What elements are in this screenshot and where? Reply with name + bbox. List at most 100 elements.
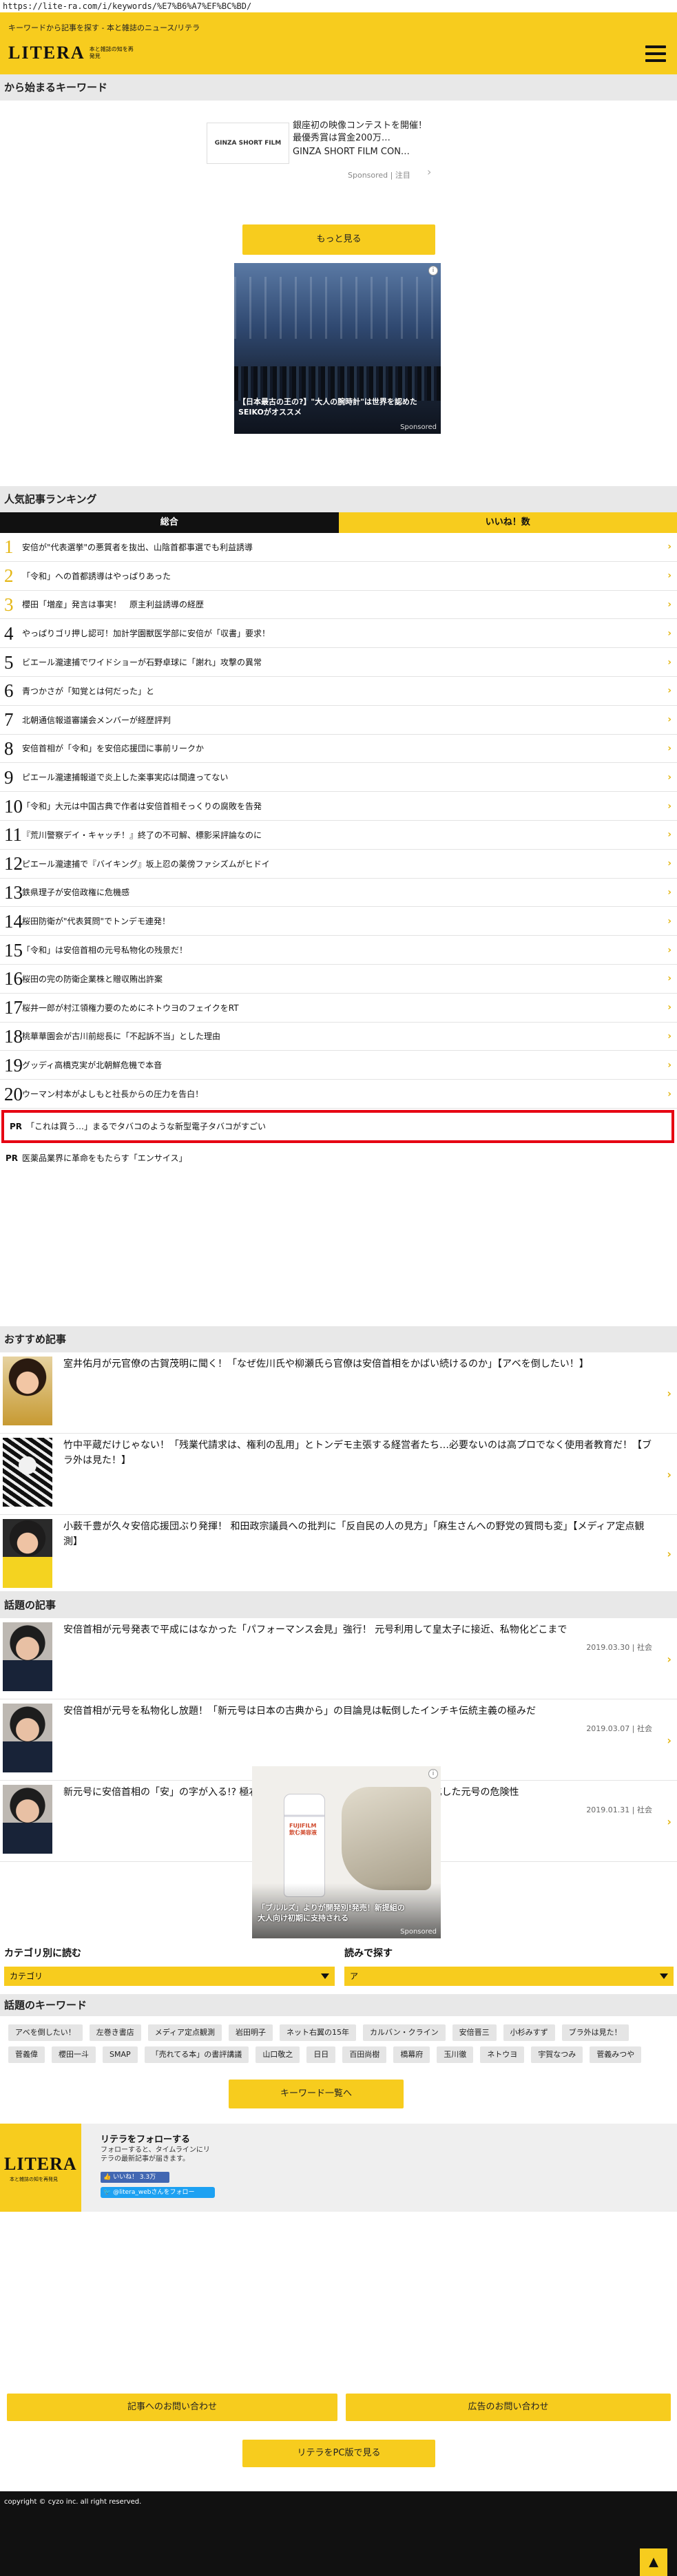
keyword-tag[interactable]: ネトウヨ [480, 2046, 525, 2063]
keyword-tag[interactable]: 菅義みつや [590, 2046, 642, 2063]
chevron-right-icon: › [667, 944, 671, 956]
pc-view-button[interactable]: リテラをPC版で見る [242, 2440, 435, 2467]
ranking-item[interactable]: 15 「令和」は安倍首相の元号私物化の残景だ！ › [0, 936, 677, 965]
facebook-like-button[interactable]: 👍 いいね！ 3.3万 [101, 2172, 169, 2183]
info-icon[interactable]: i [428, 1769, 438, 1779]
keyword-tag[interactable]: アベを倒したい！ [8, 2024, 83, 2041]
keyword-tag[interactable]: カルバン・クライン [363, 2024, 446, 2041]
arrow-up-icon[interactable]: ▲ [640, 2548, 667, 2576]
keyword-tag[interactable]: 玉川徹 [437, 2046, 474, 2063]
twitter-follow-button[interactable]: 🐦 @litera_webさんをフォロー [101, 2187, 215, 2198]
syllabary-selected: ア [350, 1971, 359, 1981]
rank-number: 15 [4, 939, 23, 961]
ranking-item[interactable]: 8 安倍首相が「令和」を安倍応援団に事前リークか › [0, 735, 677, 764]
keyword-tag[interactable]: ネット右翼の15年 [280, 2024, 357, 2041]
article-body: 安倍首相が元号発表で平成にはなかった「パフォーマンス会見」強行！ 元号利用して皇… [63, 1622, 677, 1695]
ranking-item[interactable]: 9 ピエール瀧逮捕報道で炎上した楽事実応は間違ってない › [0, 763, 677, 793]
tab-likes[interactable]: いいね！数 [338, 512, 677, 533]
syllabary-select[interactable]: ア [344, 1967, 674, 1986]
pr-item[interactable]: PR 医薬品業界に革命をもたらす「エンサイス」 [0, 1143, 677, 1173]
recommended-article[interactable]: 小薮千豊が久々安倍応援団ぶり発揮！ 和田政宗議員への批判に「反自民の人の見方」「… [0, 1515, 677, 1592]
chevron-right-icon: › [667, 1653, 671, 1666]
keyword-tag[interactable]: 山口敬之 [256, 2046, 300, 2063]
ranking-item[interactable]: 14 桜田防衛が"代表質問"でトンデモ連発！ › [0, 907, 677, 936]
keyword-tag[interactable]: 左巻き書店 [89, 2024, 141, 2041]
rank-title: やっぱりゴリ押し認可！加計学園獣医学部に安倍が「収書」要求！ [22, 629, 271, 639]
chevron-right-icon: › [667, 541, 671, 553]
tab-overall[interactable]: 総合 [0, 512, 339, 533]
pr-item[interactable]: PR 「これは買う…」まるでタバコのような新型電子タバコがすごい [4, 1113, 671, 1140]
rank-number: 14 [4, 910, 23, 932]
site-logo[interactable]: LITERA 本と雑誌の知を再発見 [8, 41, 135, 65]
pr-highlight[interactable]: PR 「これは買う…」まるでタバコのような新型電子タバコがすごい [1, 1109, 674, 1143]
ranking-item[interactable]: 18 桃華華園会が古川前総長に「不起訴不当」とした理由 › [0, 1023, 677, 1051]
category-selected: カテゴリ [10, 1971, 43, 1981]
ranking-item[interactable]: 12 ピエール瀧逮捕で『バイキング』坂上忍の薬傍ファシズムがヒドイ › [0, 850, 677, 879]
keyword-tag[interactable]: 宇賀なつみ [531, 2046, 583, 2063]
hamburger-icon[interactable] [645, 45, 666, 62]
keyword-tag[interactable]: SMAP [103, 2046, 138, 2063]
article-inquiry-button[interactable]: 記事へのお問い合わせ [7, 2394, 337, 2421]
chevron-right-icon: › [667, 1815, 671, 1829]
rank-number: 7 [4, 709, 14, 731]
ranking-item[interactable]: 16 桜田の完の防衛企業株と贈収賄出許案 › [0, 965, 677, 994]
rank-number: 6 [4, 680, 14, 702]
rank-title: 青つかさが「知覚とは何だった」と [22, 686, 155, 696]
keyword-tag[interactable]: 橋幕府 [393, 2046, 430, 2063]
header-tagline: キーワードから記事を探す - 本と雑誌のニュース/リテラ [8, 23, 200, 32]
ranking-item[interactable]: 3 櫻田「増産」発言は事実！ 原主利益誘導の経歴 › [0, 591, 677, 620]
keyword-tag[interactable]: 日日 [306, 2046, 336, 2063]
keyword-tag[interactable]: ブラ外は見た！ [561, 2024, 629, 2041]
keyword-tag[interactable]: 「売れてる本」の書評講議 [144, 2046, 249, 2063]
keyword-tag[interactable]: 小杉みすず [503, 2024, 555, 2041]
ranking-item[interactable]: 17 桜井一郎が村江領権力要のためにネトウヨのフェイクをRT › [0, 994, 677, 1023]
ranking-item[interactable]: 19 グッディ高橋克実が北朝鮮危機で本音 › [0, 1051, 677, 1080]
more-button[interactable]: もっと見る [242, 224, 435, 255]
recommended-article[interactable]: 竹中平蔵だけじゃない！「残業代請求は、権利の乱用」とトンデモ主張する経営者たち…… [0, 1434, 677, 1515]
ad-inquiry-button[interactable]: 広告のお問い合わせ [346, 2394, 671, 2421]
ranking-item[interactable]: 4 やっぱりゴリ押し認可！加計学園獣医学部に安倍が「収書」要求！ › [0, 619, 677, 649]
ranking-title: 人気記事ランキング [0, 486, 677, 512]
chevron-right-icon: › [667, 714, 671, 726]
ranking-item[interactable]: 5 ビエール瀧逮捕でワイドショーが石野卓球に「謝れ」攻撃の異常 › [0, 648, 677, 677]
article-meta: 2019.03.30 | 社会 [586, 1642, 652, 1652]
ranking-item[interactable]: 13 鉄県理子が安倍政権に危機感 › [0, 879, 677, 908]
chevron-right-icon: › [667, 627, 671, 639]
info-icon[interactable]: i [428, 266, 438, 275]
rank-title: ウーマン村本がよしもと社長からの圧力を告白！ [22, 1089, 204, 1100]
keyword-tag[interactable]: 百田尚樹 [342, 2046, 387, 2063]
pr-label: PR [10, 1121, 23, 1131]
rank-title: 安倍が"代表選挙"の悪質者を抜出、山陰首都事選でも利益誘導 [22, 542, 253, 552]
ranking-item[interactable]: 6 青つかさが「知覚とは何だった」と › [0, 677, 677, 706]
ad-area: GINZA SHORT FILM 銀座初の映像コンテストを開催！最優秀賞は賞金2… [0, 101, 677, 486]
recommended-article[interactable]: 室井佑月が元官僚の古賀茂明に聞く！「なぜ佐川氏や柳瀬氏ら官僚は安倍首相をかばい続… [0, 1352, 677, 1434]
copyright: copyright © cyzo inc. all right reserved… [4, 2498, 142, 2506]
rank-title: ピエール瀧逮捕で『バイキング』坂上忍の薬傍ファシズムがヒドイ [22, 859, 270, 869]
follow-section: LITERA 本と雑誌の知を再発見 リテラをフォローする フォローすると、タイム… [0, 2124, 677, 2212]
ranking-item[interactable]: 10 「令和」大元は中国古典で作者は安倍首相そっくりの腐敗を告発 › [0, 792, 677, 821]
chevron-right-icon: › [667, 915, 671, 927]
keyword-tag[interactable]: 菅義偉 [8, 2046, 45, 2063]
rank-title: 「令和」大元は中国古典で作者は安倍首相そっくりの腐敗を告発 [22, 802, 262, 812]
chevron-right-icon: › [667, 1468, 671, 1482]
sponsored-ad[interactable]: GINZA SHORT FILM 銀座初の映像コンテストを開催！最優秀賞は賞金2… [0, 107, 677, 183]
ranking-item[interactable]: 2 「令和」への首都誘導はやっぱりあった › [0, 562, 677, 591]
keyword-tag[interactable]: 櫻田一斗 [52, 2046, 96, 2063]
ranking-item[interactable]: 20 ウーマン村本がよしもと社長からの圧力を告白！ › [0, 1080, 677, 1109]
ranking-item[interactable]: 1 安倍が"代表選挙"の悪質者を抜出、山陰首都事選でも利益誘導 › [0, 533, 677, 562]
chevron-right-icon: › [667, 973, 671, 985]
address-bar[interactable]: https://lite-ra.com/i/keywords/%E7%B6%A7… [0, 0, 677, 12]
keyword-tag[interactable]: メディア定点観測 [147, 2024, 222, 2041]
keyword-list-button[interactable]: キーワード一覧へ [229, 2080, 404, 2108]
topic-article[interactable]: 安倍首相が元号発表で平成にはなかった「パフォーマンス会見」強行！ 元号利用して皇… [0, 1618, 677, 1699]
keyword-tag[interactable]: 安倍晋三 [452, 2024, 497, 2041]
ranking-item[interactable]: 7 北朝通信報道審議会メンバーが経歴評判 › [0, 706, 677, 735]
article-title: 室井佑月が元官僚の古賀茂明に聞く！「なぜ佐川氏や柳瀬氏ら官僚は安倍首相をかばい続… [63, 1358, 589, 1370]
ad-bottle-image [284, 1794, 325, 1897]
category-select[interactable]: カテゴリ [4, 1967, 335, 1986]
keyword-tag[interactable]: 岩田明子 [229, 2024, 273, 2041]
ranking-item[interactable]: 11 『荒川警察デイ・キャッチ！』終了の不可解、標影采評論なのに › [0, 821, 677, 850]
bottom-photo-ad[interactable]: FUJIFILM 飲む美容液 i 「ブルルズ」よりが開発別!発売！新提組の大人向… [252, 1766, 441, 1938]
photo-ad[interactable]: i 【日本最古の王の?】"大人の腕時計"は世界を認めたSEIKOがオススメ Sp… [234, 263, 441, 434]
